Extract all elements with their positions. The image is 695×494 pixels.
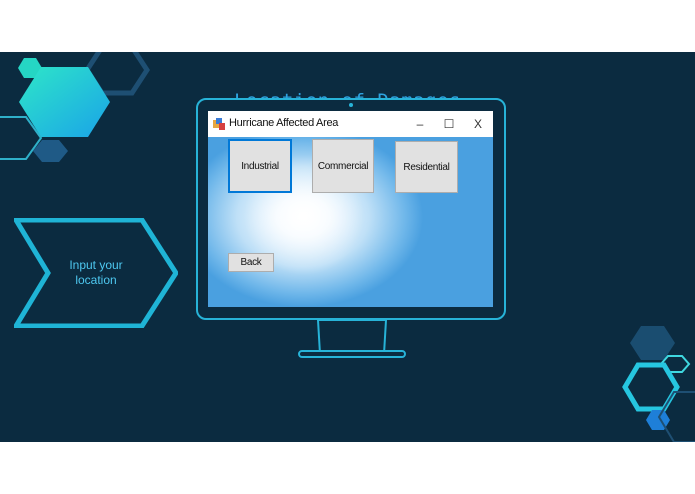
monitor-stand-base (298, 350, 406, 358)
camera-dot (349, 103, 353, 107)
app-window: Hurricane Affected Area – ☐ X Industrial… (208, 111, 493, 307)
minimize-icon[interactable]: – (409, 113, 431, 135)
hexagon-shape (622, 362, 680, 412)
hexagon-shape (630, 326, 675, 360)
close-icon[interactable]: X (467, 113, 489, 135)
arrow-text-line: Input your (69, 258, 123, 272)
monitor-stand-neck (316, 320, 388, 354)
arrow-text-line: location (75, 273, 117, 287)
industrial-button[interactable]: Industrial (228, 139, 292, 193)
maximize-icon[interactable]: ☐ (438, 113, 460, 135)
window-title: Hurricane Affected Area (229, 117, 339, 129)
window-client-area: Industrial Commercial Residential Back (208, 137, 493, 307)
arrow-text: Input your location (40, 258, 152, 288)
hexagon-shape (646, 410, 670, 430)
residential-button[interactable]: Residential (395, 141, 458, 193)
app-icon (213, 118, 225, 130)
window-titlebar[interactable]: Hurricane Affected Area – ☐ X (208, 111, 493, 137)
commercial-button[interactable]: Commercial (312, 139, 374, 193)
back-button[interactable]: Back (228, 253, 274, 272)
